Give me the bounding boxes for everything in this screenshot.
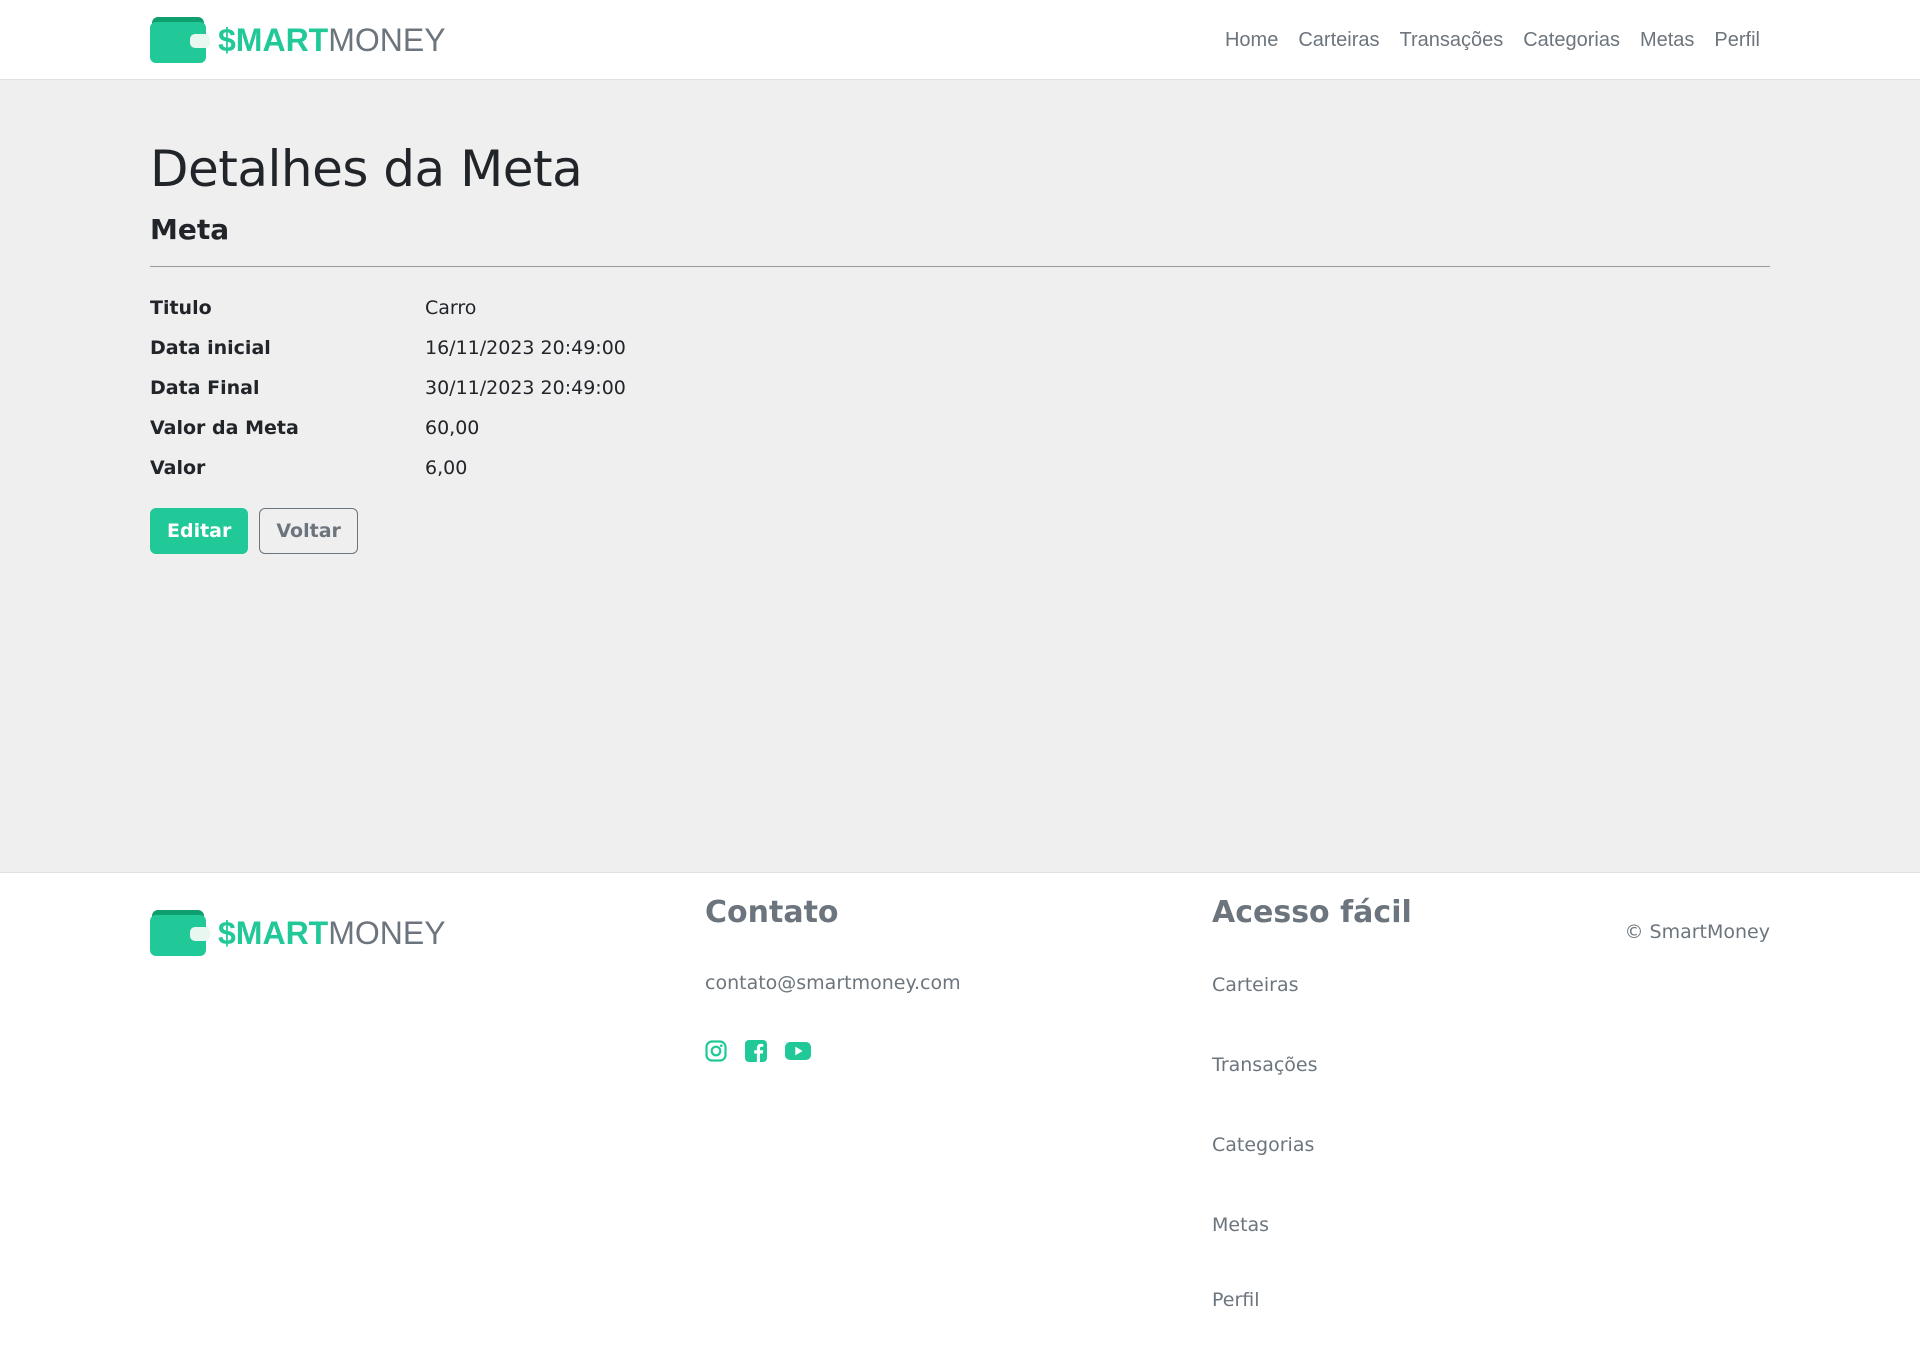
detail-row-data-inicial: Data inicial 16/11/2023 20:49:00 <box>150 328 626 368</box>
top-navbar: $MARTMONEY Home Carteiras Transações Cat… <box>0 0 1920 80</box>
nav-home[interactable]: Home <box>1215 29 1288 52</box>
detail-label: Data Final <box>150 377 260 399</box>
copyright-text: © SmartMoney <box>1624 921 1770 943</box>
footer-link-perfil[interactable]: Perfil <box>1212 1287 1318 1367</box>
nav-metas[interactable]: Metas <box>1630 29 1704 52</box>
nav-categorias[interactable]: Categorias <box>1513 29 1630 52</box>
brand-name: $MARTMONEY <box>218 915 446 951</box>
nav-perfil[interactable]: Perfil <box>1704 29 1770 52</box>
wallet-icon <box>150 17 210 63</box>
page-title: Detalhes da Meta <box>150 140 583 198</box>
footer-links: Carteiras Transações Categorias Metas Pe… <box>1212 972 1318 1367</box>
footer-link-metas[interactable]: Metas <box>1212 1212 1318 1287</box>
facebook-icon[interactable] <box>745 1040 767 1062</box>
footer-link-carteiras[interactable]: Carteiras <box>1212 972 1318 1052</box>
contact-email-link[interactable]: contato@smartmoney.com <box>705 972 961 994</box>
page-subtitle: Meta <box>150 213 230 246</box>
instagram-icon[interactable] <box>705 1040 727 1062</box>
divider <box>150 266 1770 267</box>
detail-value: 16/11/2023 20:49:00 <box>425 337 626 359</box>
nav-carteiras[interactable]: Carteiras <box>1288 29 1389 52</box>
detail-row-valor: Valor 6,00 <box>150 448 626 488</box>
detail-label: Data inicial <box>150 337 271 359</box>
detail-row-data-final: Data Final 30/11/2023 20:49:00 <box>150 368 626 408</box>
detail-value: 60,00 <box>425 417 480 439</box>
footer: $MARTMONEY Contato contato@smartmoney.co… <box>0 872 1920 1353</box>
detail-row-valor-meta: Valor da Meta 60,00 <box>150 408 626 448</box>
back-button[interactable]: Voltar <box>259 508 358 554</box>
footer-brand-logo[interactable]: $MARTMONEY <box>150 909 446 957</box>
brand-logo[interactable]: $MARTMONEY <box>150 16 446 64</box>
detail-label: Valor da Meta <box>150 417 299 439</box>
details-list: Titulo Carro Data inicial 16/11/2023 20:… <box>150 288 626 488</box>
contact-heading: Contato <box>705 895 839 930</box>
detail-value: Carro <box>425 297 477 319</box>
detail-label: Titulo <box>150 297 212 319</box>
detail-row-titulo: Titulo Carro <box>150 288 626 328</box>
main-content: Detalhes da Meta Meta Titulo Carro Data … <box>0 80 1920 872</box>
youtube-icon[interactable] <box>785 1041 811 1061</box>
brand-name: $MARTMONEY <box>218 22 446 58</box>
detail-value: 30/11/2023 20:49:00 <box>425 377 626 399</box>
quick-access-heading: Acesso fácil <box>1212 895 1412 930</box>
footer-link-categorias[interactable]: Categorias <box>1212 1132 1318 1212</box>
footer-link-transacoes[interactable]: Transações <box>1212 1052 1318 1132</box>
edit-button[interactable]: Editar <box>150 508 249 554</box>
detail-value: 6,00 <box>425 457 468 479</box>
main-nav: Home Carteiras Transações Categorias Met… <box>1215 0 1770 80</box>
nav-transacoes[interactable]: Transações <box>1389 29 1513 52</box>
social-links <box>705 1040 811 1062</box>
action-buttons: Editar Voltar <box>150 508 358 554</box>
detail-label: Valor <box>150 457 206 479</box>
wallet-icon <box>150 910 210 956</box>
